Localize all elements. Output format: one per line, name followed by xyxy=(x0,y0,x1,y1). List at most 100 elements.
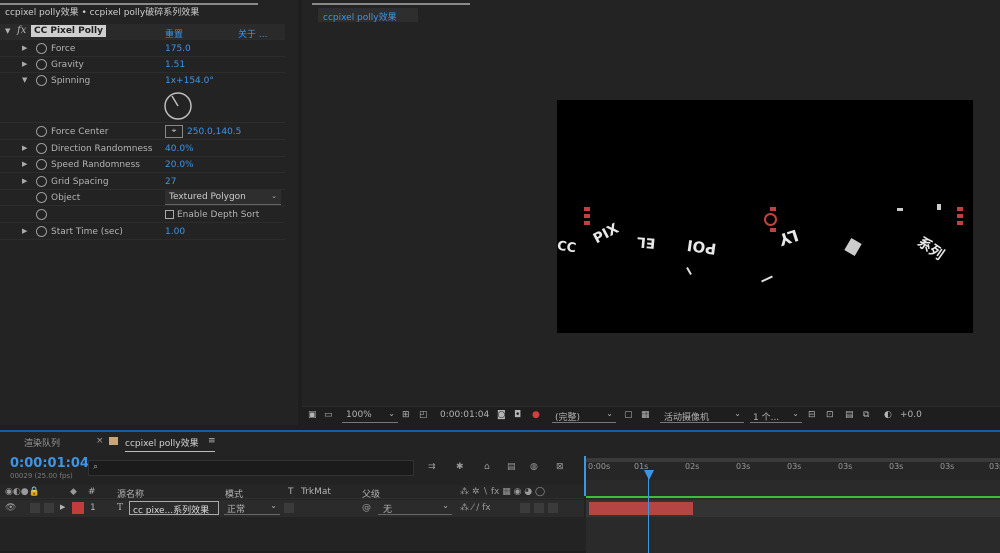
fast-preview-icon[interactable]: ⊡ xyxy=(826,410,834,420)
column-source-name[interactable]: 源名称 xyxy=(117,487,144,500)
layer-switch-icons[interactable]: ⁂ ⁄ ∕ fx xyxy=(460,503,491,513)
menu-icon[interactable]: ≡ xyxy=(208,436,216,446)
exposure-reset-icon[interactable]: ◐ xyxy=(884,410,892,420)
parent-dropdown[interactable]: 无 ⌄ xyxy=(378,501,452,515)
stopwatch-icon[interactable] xyxy=(36,43,47,54)
speed-randomness-value[interactable]: 20.0% xyxy=(165,160,194,170)
about-link[interactable]: 关于 ... xyxy=(238,27,267,40)
timeline-icon[interactable]: ▤ xyxy=(845,410,854,420)
flowchart-icon[interactable]: ⧉ xyxy=(863,410,869,420)
camera-dropdown[interactable]: 活动摄像机 ⌄ xyxy=(660,409,744,423)
angle-dial[interactable] xyxy=(163,91,193,121)
depth-sort-checkbox[interactable] xyxy=(165,210,174,219)
layer-search-input[interactable]: ⌕ xyxy=(88,460,414,476)
toggle-pixel-icon[interactable]: ⊟ xyxy=(808,410,816,420)
effect-panel-tab[interactable]: ccpixel polly效果 • ccpixel polly破碎系列效果 xyxy=(5,5,199,18)
visibility-eye-icon[interactable]: 👁 xyxy=(5,503,16,513)
layer-label-color[interactable] xyxy=(72,502,84,514)
spinning-value[interactable]: 1x+154.0° xyxy=(165,76,214,86)
mask-visibility-icon[interactable]: ◰ xyxy=(419,410,428,420)
expand-arrow-icon[interactable]: ▶ xyxy=(60,503,65,511)
label-icon[interactable]: ◆ xyxy=(70,487,77,497)
layer-duration-bar[interactable] xyxy=(589,502,693,515)
tab-render-queue[interactable]: 渲染队列 xyxy=(24,436,60,449)
av-switches-icon[interactable]: ◉◐●🔒 xyxy=(5,487,40,497)
grid-icon[interactable]: ⊞ xyxy=(402,410,410,420)
switch-toggle[interactable] xyxy=(548,503,558,513)
expand-arrow-icon[interactable]: ▶ xyxy=(22,227,27,235)
layer-name-field[interactable]: cc pixe...系列效果 xyxy=(129,501,219,515)
stopwatch-icon[interactable] xyxy=(36,143,47,154)
stopwatch-icon[interactable] xyxy=(36,75,47,86)
expand-arrow-icon[interactable]: ▶ xyxy=(22,44,27,52)
switch-toggle[interactable] xyxy=(520,503,530,513)
timeline-timecode[interactable]: 0:00:01:04 xyxy=(10,456,89,471)
channel-icon[interactable]: ● xyxy=(532,410,540,420)
tab-composition[interactable]: ccpixel polly效果 xyxy=(125,436,199,449)
close-icon[interactable]: × xyxy=(96,436,104,446)
shy-layers-icon[interactable]: ⌂ xyxy=(484,462,490,472)
work-area-start[interactable] xyxy=(584,456,586,496)
playhead-line[interactable] xyxy=(648,470,649,553)
layer-row[interactable]: 👁 ▶ 1 T cc pixe...系列效果 正常 ⌄ @ 无 ⌄ ⁂ ⁄ ∕ … xyxy=(0,500,584,517)
playhead-icon[interactable] xyxy=(644,470,654,480)
expand-arrow-icon[interactable]: ▶ xyxy=(22,160,27,168)
stopwatch-icon[interactable] xyxy=(36,59,47,70)
transform-handle[interactable] xyxy=(584,221,590,225)
force-value[interactable]: 175.0 xyxy=(165,44,191,54)
frame-blending-icon[interactable]: ▤ xyxy=(507,462,516,472)
comp-mini-flowchart-icon[interactable]: ⇉ xyxy=(428,462,436,472)
direction-randomness-value[interactable]: 40.0% xyxy=(165,144,194,154)
current-time-display[interactable]: 0:00:01:04 xyxy=(440,410,489,420)
crosshair-icon[interactable]: ⌖ xyxy=(165,125,183,138)
camera-snapshot-icon[interactable]: ◙ xyxy=(497,410,506,420)
exposure-value[interactable]: +0.0 xyxy=(900,410,922,420)
gravity-value[interactable]: 1.51 xyxy=(165,60,185,70)
effect-header-row[interactable]: ▼ fx CC Pixel Polly 重置 关于 ... xyxy=(0,24,285,40)
preserve-transparency-toggle[interactable] xyxy=(284,503,294,513)
composition-viewer[interactable]: CC PIX EL POI LY 系列 xyxy=(556,100,973,333)
stopwatch-icon[interactable] xyxy=(36,176,47,187)
force-center-value[interactable]: 250.0,140.5 xyxy=(187,127,241,137)
stopwatch-icon[interactable] xyxy=(36,192,47,203)
motion-blur-icon[interactable]: ◍ xyxy=(530,462,538,472)
graph-editor-icon[interactable]: ⊠ xyxy=(556,462,564,472)
lock-toggle[interactable] xyxy=(44,503,54,513)
anchor-point-icon[interactable] xyxy=(764,213,777,226)
transparency-grid-icon[interactable]: ▦ xyxy=(641,410,650,420)
switch-toggle[interactable] xyxy=(534,503,544,513)
views-dropdown[interactable]: 1 个... ⌄ xyxy=(750,409,802,423)
stopwatch-icon[interactable] xyxy=(36,159,47,170)
grid-spacing-value[interactable]: 27 xyxy=(165,177,176,187)
transform-handle[interactable] xyxy=(957,207,963,211)
fx-icon[interactable]: fx xyxy=(17,25,26,36)
composition-tab[interactable]: ccpixel polly效果 xyxy=(318,8,418,23)
start-time-value[interactable]: 1.00 xyxy=(165,227,185,237)
resolution-dropdown[interactable]: (完整) ⌄ xyxy=(552,409,616,423)
object-dropdown[interactable]: Textured Polygon ⌄ xyxy=(165,190,281,205)
reset-link[interactable]: 重置 xyxy=(165,27,183,40)
stopwatch-icon[interactable] xyxy=(36,209,47,220)
expand-arrow-icon[interactable]: ▶ xyxy=(22,60,27,68)
zoom-dropdown[interactable]: 100% ⌄ xyxy=(342,409,398,423)
expand-arrow-icon[interactable]: ▶ xyxy=(22,144,27,152)
layer-switches-icon[interactable]: ⁂ ✲ ∖ fx ▦ ◉ ◕ ◯ xyxy=(460,487,545,497)
effect-name[interactable]: CC Pixel Polly xyxy=(31,25,106,37)
transform-handle[interactable] xyxy=(584,207,590,211)
blend-mode-dropdown[interactable]: 正常 ⌄ xyxy=(224,501,280,515)
transform-handle[interactable] xyxy=(770,207,776,211)
always-preview-icon[interactable]: ▣ xyxy=(308,410,317,420)
show-snapshot-icon[interactable]: ◘ xyxy=(514,410,521,420)
transform-handle[interactable] xyxy=(770,228,776,232)
transform-handle[interactable] xyxy=(584,214,590,218)
solo-toggle[interactable] xyxy=(30,503,40,513)
pickwhip-icon[interactable]: @ xyxy=(362,503,371,513)
region-of-interest-icon[interactable]: ▢ xyxy=(624,410,633,420)
stopwatch-icon[interactable] xyxy=(36,226,47,237)
monitor-icon[interactable]: ▭ xyxy=(324,410,333,420)
stopwatch-icon[interactable] xyxy=(36,126,47,137)
collapse-arrow-icon[interactable]: ▼ xyxy=(22,76,27,84)
transform-handle[interactable] xyxy=(957,221,963,225)
draft-3d-icon[interactable]: ✱ xyxy=(456,462,464,472)
collapse-arrow-icon[interactable]: ▼ xyxy=(5,27,10,35)
